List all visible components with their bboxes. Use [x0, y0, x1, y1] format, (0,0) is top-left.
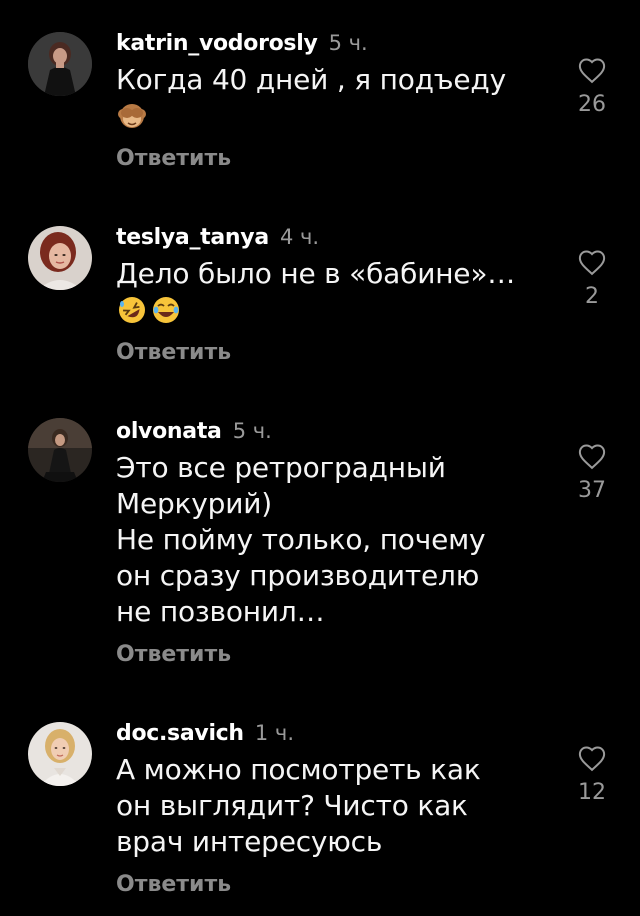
heart-outline-icon[interactable] — [577, 56, 607, 84]
timestamp: 1 ч. — [254, 721, 295, 745]
like-control: 37 — [566, 442, 618, 504]
reply-button[interactable]: Ответить — [116, 640, 546, 670]
comment-text: Это все ретроградный Меркурий) Не пойму … — [116, 451, 486, 628]
like-control: 26 — [566, 56, 618, 118]
heart-outline-icon[interactable] — [577, 248, 607, 276]
username[interactable]: teslya_tanya — [116, 225, 269, 250]
comment-body: olvonata 5 ч. Это все ретроградный Мерку… — [116, 416, 546, 670]
reply-button[interactable]: Ответить — [116, 144, 546, 174]
heart-outline-icon[interactable] — [577, 744, 607, 772]
comment-body: doc.savich 1 ч. А можно посмотреть как о… — [116, 718, 546, 900]
timestamp: 4 ч. — [279, 225, 320, 249]
emoji-row — [116, 98, 546, 134]
timestamp: 5 ч. — [232, 419, 272, 443]
like-control: 2 — [566, 248, 618, 310]
like-control: 12 — [566, 744, 618, 806]
like-count: 2 — [585, 284, 599, 309]
comment-meta: olvonata 5 ч. — [116, 416, 546, 446]
comment-body: teslya_tanya 4 ч. Дело было не в «бабине… — [116, 222, 546, 368]
avatar[interactable] — [28, 722, 92, 786]
like-count: 12 — [578, 780, 606, 805]
timestamp: 5 ч. — [328, 31, 368, 55]
comment-text: А можно посмотреть как он выглядит? Чист… — [116, 753, 481, 858]
rolling-on-floor-laughing-icon — [119, 297, 145, 323]
username[interactable]: katrin_vodorosly — [116, 31, 318, 56]
username[interactable]: olvonata — [116, 419, 222, 444]
reply-button[interactable]: Ответить — [116, 338, 546, 368]
comment-meta: teslya_tanya 4 ч. — [116, 222, 546, 252]
avatar[interactable] — [28, 226, 92, 290]
see-no-evil-monkey-icon — [118, 104, 146, 128]
comment-meta: doc.savich 1 ч. — [116, 718, 546, 748]
like-count: 26 — [578, 92, 606, 117]
emoji-row — [116, 292, 546, 328]
reply-button[interactable]: Ответить — [116, 870, 546, 900]
avatar[interactable] — [28, 32, 92, 96]
heart-outline-icon[interactable] — [577, 442, 607, 470]
comment-meta: katrin_vodorosly 5 ч. — [116, 28, 546, 58]
comment-text: Дело было не в «бабине»… — [116, 257, 516, 290]
tears-of-joy-icon — [153, 297, 179, 323]
username[interactable]: doc.savich — [116, 721, 244, 746]
avatar[interactable] — [28, 418, 92, 482]
comment-text: Когда 40 дней , я подъеду — [116, 63, 506, 96]
like-count: 37 — [578, 478, 606, 503]
comment-body: katrin_vodorosly 5 ч. Когда 40 дней , я … — [116, 28, 546, 174]
